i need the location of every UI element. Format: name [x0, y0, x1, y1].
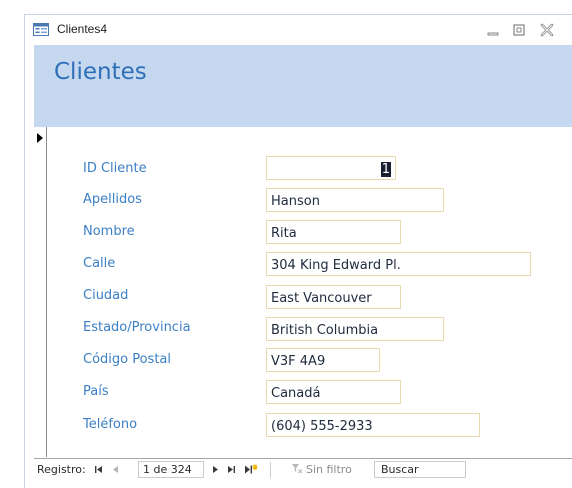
field-nombre[interactable]: Rita	[266, 220, 401, 244]
field-apellidos[interactable]: Hanson	[266, 188, 444, 212]
minimize-icon[interactable]	[483, 21, 503, 39]
close-icon[interactable]	[537, 21, 557, 39]
label-id-cliente: ID Cliente	[83, 161, 147, 176]
current-record-icon	[37, 133, 43, 143]
field-codigo-postal[interactable]: V3F 4A9	[266, 348, 380, 372]
next-record-icon[interactable]	[211, 465, 220, 474]
label-telefono: Teléfono	[83, 417, 138, 432]
label-pais: País	[83, 384, 109, 399]
current-record-value: 1 de 324	[143, 463, 192, 476]
maximize-icon[interactable]	[509, 21, 529, 39]
window-title: Clientes4	[57, 22, 108, 36]
form-title: Clientes	[54, 59, 147, 85]
form-header	[34, 45, 572, 127]
label-codigo-postal: Código Postal	[83, 352, 172, 367]
search-input[interactable]: Buscar	[374, 461, 466, 478]
field-estado-provincia[interactable]: British Columbia	[266, 317, 444, 341]
field-telefono[interactable]: (604) 555-2933	[266, 413, 480, 437]
label-nombre: Nombre	[83, 224, 135, 239]
nav-separator	[270, 462, 271, 478]
search-label: Buscar	[381, 463, 419, 476]
field-ciudad[interactable]: East Vancouver	[266, 285, 401, 309]
form-window: Clientes4 Clientes ID Cliente 1 Apellido…	[24, 14, 572, 488]
filter-icon	[292, 464, 303, 474]
field-id-cliente-value: 1	[380, 162, 391, 177]
field-pais[interactable]: Canadá	[266, 380, 401, 404]
new-record-icon[interactable]	[244, 464, 258, 475]
record-label: Registro:	[37, 463, 86, 476]
title-bar[interactable]: Clientes4	[25, 15, 572, 45]
label-ciudad: Ciudad	[83, 288, 129, 303]
first-record-icon[interactable]	[94, 465, 103, 474]
label-estado-provincia: Estado/Provincia	[83, 320, 191, 335]
label-calle: Calle	[83, 256, 116, 271]
form-icon	[33, 23, 49, 36]
record-selector[interactable]	[34, 127, 47, 457]
field-id-cliente[interactable]: 1	[266, 156, 396, 180]
filter-status[interactable]: Sin filtro	[306, 463, 352, 476]
record-navigation-bar: Registro: 1 de 324 Sin filtro Buscar	[34, 458, 572, 481]
field-calle[interactable]: 304 King Edward Pl.	[266, 252, 531, 276]
current-record-field[interactable]: 1 de 324	[138, 461, 204, 478]
last-record-icon[interactable]	[227, 465, 236, 474]
previous-record-icon[interactable]	[111, 465, 120, 474]
label-apellidos: Apellidos	[83, 192, 142, 207]
